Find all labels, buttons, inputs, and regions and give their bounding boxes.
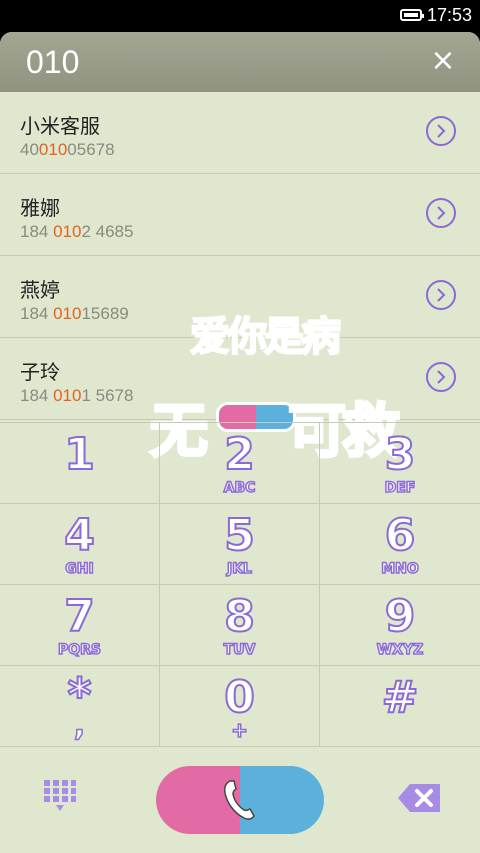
key-digit: # <box>381 671 420 724</box>
key-star[interactable]: *, <box>0 666 160 747</box>
dialpad: 1 2 ABC 3 DEF 4 GHI 5 JKL 6 MNO 7 PQRS 8 TUV 9W… <box>0 422 480 747</box>
contact-number: 4001005678 <box>20 140 115 159</box>
key-3[interactable]: 3 DEF <box>320 423 480 504</box>
key-digit: 4 <box>63 509 96 562</box>
battery-icon <box>400 9 424 21</box>
dialer-sheet: 010 × 小米客服 4001005678 雅娜 184 0102 4685 燕… <box>0 32 480 853</box>
key-8[interactable]: 8 TUV <box>160 585 320 666</box>
contact-name: 子玲 <box>20 360 60 384</box>
search-header: 010 × <box>0 32 480 92</box>
close-icon[interactable]: × <box>428 46 458 76</box>
list-item[interactable]: 小米客服 4001005678 <box>0 92 480 174</box>
match-highlight: 010 <box>53 386 82 405</box>
key-4[interactable]: 4 GHI <box>0 504 160 585</box>
key-letters: JKL <box>226 560 252 578</box>
key-5[interactable]: 5 JKL <box>160 504 320 585</box>
contact-number: 184 01015689 <box>20 304 129 323</box>
key-2[interactable]: 2 ABC <box>160 423 320 504</box>
key-0[interactable]: 0 + <box>160 666 320 747</box>
key-digit: 6 <box>384 509 417 562</box>
key-digit: 1 <box>63 428 96 481</box>
chevron-right-icon[interactable] <box>426 362 456 392</box>
list-item[interactable]: 雅娜 184 0102 4685 <box>0 174 480 256</box>
backspace-icon[interactable] <box>398 784 440 816</box>
key-digit: 3 <box>384 428 417 481</box>
match-highlight: 010 <box>53 304 82 323</box>
match-highlight: 010 <box>53 222 82 241</box>
key-letters: TUV <box>223 641 256 659</box>
key-letters: GHI <box>65 560 95 578</box>
chevron-right-icon[interactable] <box>426 198 456 228</box>
key-letters: WXYZ <box>376 641 424 659</box>
contact-number: 184 0101 5678 <box>20 386 134 405</box>
key-digit: 8 <box>223 590 256 643</box>
key-letters: ABC <box>223 479 256 497</box>
dialed-number[interactable]: 010 <box>26 44 79 81</box>
contact-name: 小米客服 <box>20 114 100 138</box>
contact-name: 燕婷 <box>20 278 60 302</box>
match-highlight: 010 <box>38 140 68 159</box>
call-button[interactable] <box>156 766 324 834</box>
key-1[interactable]: 1 <box>0 423 160 504</box>
key-7[interactable]: 7 PQRS <box>0 585 160 666</box>
key-6[interactable]: 6 MNO <box>320 504 480 585</box>
contact-number: 184 0102 4685 <box>20 222 134 241</box>
key-letters: MNO <box>380 560 419 578</box>
key-letters: + <box>230 717 248 743</box>
contact-name: 雅娜 <box>20 196 60 220</box>
key-digit: 5 <box>223 509 256 562</box>
chevron-right-icon[interactable] <box>426 280 456 310</box>
key-digit: 2 <box>223 428 256 481</box>
status-time: 17:53 <box>426 5 472 25</box>
key-letters: DEF <box>384 479 416 497</box>
key-letters: PQRS <box>57 641 102 659</box>
key-digit: 9 <box>384 590 417 643</box>
dialpad-grid-icon[interactable] <box>44 780 76 816</box>
phone-icon <box>224 780 255 820</box>
key-digit: 0 <box>223 671 256 724</box>
key-9[interactable]: 9 WXYZ <box>320 585 480 666</box>
contact-results: 小米客服 4001005678 雅娜 184 0102 4685 燕婷 184 … <box>0 92 480 467</box>
status-bar: 17:53 <box>0 0 480 32</box>
chevron-right-icon[interactable] <box>426 116 456 146</box>
key-letters: , <box>73 707 86 744</box>
theme-overlay-text-top: 爱你是病 <box>189 313 342 361</box>
dialer-bottom-bar <box>0 746 480 853</box>
key-digit: 7 <box>63 590 96 643</box>
key-hash[interactable]: # <box>320 666 480 747</box>
